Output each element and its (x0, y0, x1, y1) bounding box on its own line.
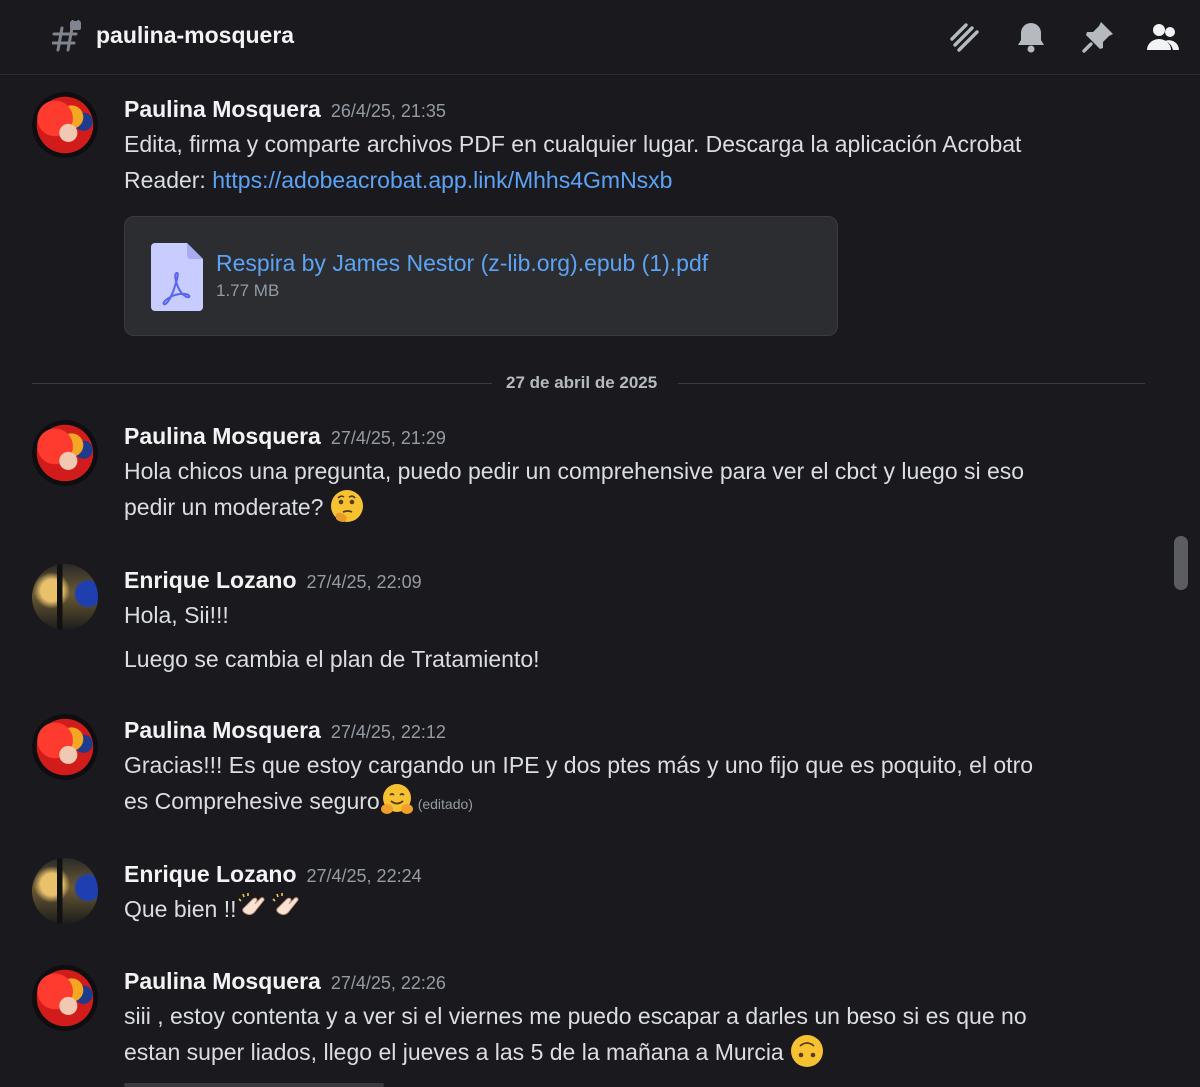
hash-lock-icon (51, 17, 82, 54)
message-line-text: es Comprehesive seguro (124, 788, 380, 814)
message-list: Paulina Mosquera 26/4/25, 21:35 Edita, fi… (0, 76, 1165, 1087)
timestamp: 27/4/25, 22:12 (330, 722, 446, 742)
file-name-link[interactable]: Respira by James Nestor (z-lib.org).epub… (216, 250, 708, 277)
timestamp: 27/4/25, 22:26 (330, 973, 446, 993)
message-header: Enrique Lozano 27/4/25, 22:24 (124, 861, 422, 888)
scrollbar-thumb[interactable] (1174, 536, 1188, 590)
clapping-hands-emoji (271, 891, 305, 925)
date-divider-label: 27 de abril de 2025 (506, 373, 658, 392)
message-text: siii , estoy contenta y a ver si el vier… (124, 998, 1124, 1070)
message-text: Hola chicos una pregunta, puedo pedir un… (124, 453, 1124, 525)
message-line: Gracias!!! Es que estoy cargando un IPE … (124, 752, 1034, 778)
pdf-file-icon (151, 243, 203, 311)
message-line: pedir un moderate? (124, 489, 1124, 525)
pin-icon[interactable] (1080, 19, 1116, 55)
bell-icon[interactable] (1013, 19, 1049, 55)
divider-line (32, 383, 492, 384)
message-line: estan super liados, llego el jueves a la… (124, 1034, 1124, 1070)
author-name[interactable]: Enrique Lozano (124, 861, 297, 887)
message-line: Edita, firma y comparte archivos PDF en … (124, 131, 1022, 157)
message-line: Que bien !! (124, 891, 1124, 927)
message-line: Hola, Sii!!! (124, 602, 229, 628)
author-name[interactable]: Enrique Lozano (124, 567, 297, 593)
message-text: Gracias!!! Es que estoy cargando un IPE … (124, 747, 1124, 822)
avatar[interactable] (32, 420, 98, 486)
message-line: siii , estoy contenta y a ver si el vier… (124, 1003, 1027, 1029)
author-name[interactable]: Paulina Mosquera (124, 717, 321, 743)
author-name[interactable]: Paulina Mosquera (124, 968, 321, 994)
avatar[interactable] (32, 965, 98, 1031)
message-line: Luego se cambia el plan de Tratamiento! (124, 646, 540, 672)
avatar[interactable] (32, 858, 98, 924)
upside-down-face-emoji (790, 1034, 824, 1068)
avatar[interactable] (32, 714, 98, 780)
message-header: Paulina Mosquera 26/4/25, 21:35 (124, 96, 446, 123)
members-icon[interactable] (1145, 19, 1181, 55)
message-text: Edita, firma y comparte archivos PDF en … (124, 126, 1124, 198)
message-line: es Comprehesive seguro (editado) (124, 783, 1124, 822)
timestamp: 26/4/25, 21:35 (330, 101, 446, 121)
message-line: Reader: https://adobeacrobat.app.link/Mh… (124, 162, 1124, 198)
message-text: Hola, Sii!!! Luego se cambia el plan de … (124, 597, 1124, 677)
timestamp: 27/4/25, 21:29 (330, 428, 446, 448)
next-message-partial (124, 1078, 424, 1087)
message-header: Paulina Mosquera 27/4/25, 22:26 (124, 968, 446, 995)
message-header: Enrique Lozano 27/4/25, 22:09 (124, 567, 422, 594)
file-attachment[interactable]: Respira by James Nestor (z-lib.org).epub… (124, 216, 838, 336)
divider-line (678, 383, 1145, 384)
edited-label: (editado) (417, 796, 473, 812)
hugging-face-emoji (380, 783, 414, 817)
message-text: Que bien !! (124, 891, 1124, 927)
message-header: Paulina Mosquera 27/4/25, 21:29 (124, 423, 446, 450)
timestamp: 27/4/25, 22:24 (306, 866, 422, 886)
timestamp: 27/4/25, 22:09 (306, 572, 422, 592)
message-link[interactable]: https://adobeacrobat.app.link/Mhhs4GmNsx… (212, 167, 672, 193)
text-prefix: Reader: (124, 167, 213, 193)
avatar[interactable] (32, 564, 98, 630)
date-divider: 27 de abril de 2025 (32, 373, 1145, 393)
channel-header: paulina-mosquera (0, 0, 1200, 75)
author-name[interactable]: Paulina Mosquera (124, 96, 321, 122)
message-line-text: pedir un moderate? (124, 494, 324, 520)
avatar[interactable] (32, 92, 98, 158)
thinking-face-emoji (330, 489, 364, 523)
message-line-text: estan super liados, llego el jueves a la… (124, 1039, 784, 1065)
channel-name: paulina-mosquera (96, 22, 295, 48)
message-line: Hola chicos una pregunta, puedo pedir un… (124, 458, 1025, 484)
clapping-hands-emoji (237, 891, 271, 925)
threads-icon[interactable] (946, 19, 982, 55)
message-line-text: Que bien !! (124, 896, 237, 922)
author-name[interactable]: Paulina Mosquera (124, 423, 321, 449)
file-size: 1.77 MB (216, 281, 280, 300)
message-header: Paulina Mosquera 27/4/25, 22:12 (124, 717, 446, 744)
